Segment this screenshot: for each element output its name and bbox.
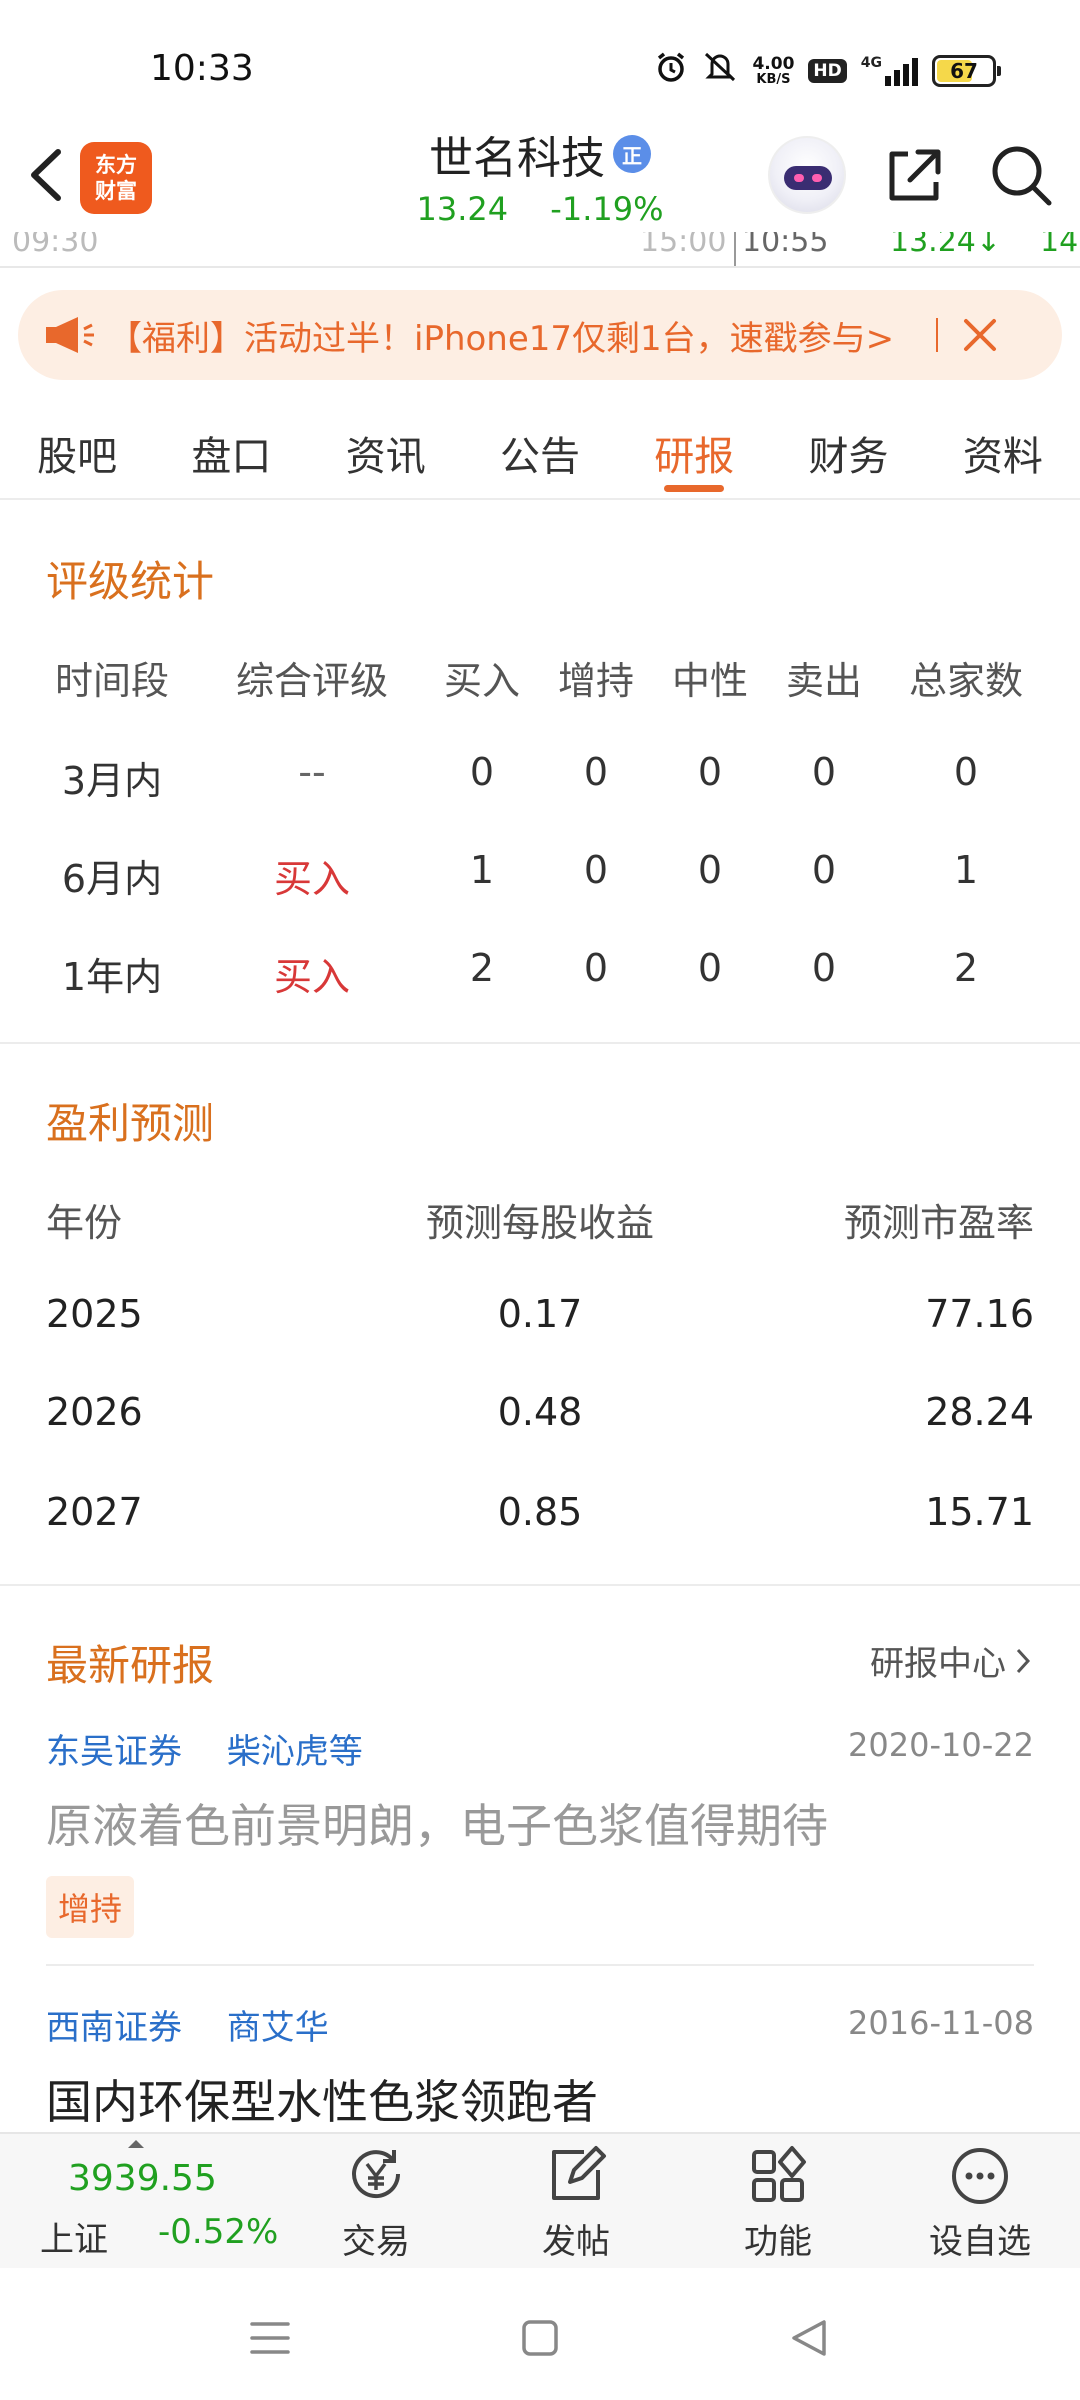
- trade-button[interactable]: 交易: [306, 2144, 446, 2263]
- rating-stats-title: 评级统计: [46, 557, 215, 606]
- report-title: 原液着色前景明朗，电子色浆值得期待: [46, 1799, 828, 1853]
- index-ticker[interactable]: 3939.55 上证 -0.52%: [34, 2134, 294, 2270]
- menu-icon[interactable]: [240, 2308, 300, 2368]
- index-value: 3939.55: [68, 2158, 217, 2199]
- forecast-row: 2026 0.48 28.24: [46, 1390, 1034, 1434]
- search-icon[interactable]: [988, 142, 1054, 208]
- active-tab-indicator: [664, 485, 725, 492]
- tab-pankou[interactable]: 盘口: [154, 400, 308, 498]
- status-icons: 4.00 KB/S HD 4G 67: [654, 50, 1001, 91]
- rating-row-3m: 3月内 -- 0 0 0 0 0: [61, 750, 979, 803]
- report-title: 国内环保型水性色浆领跑者: [46, 2075, 598, 2129]
- banner-text: 【福利】活动过半！iPhone17仅剩1台，速戳参与>: [108, 318, 895, 359]
- mute-icon: [702, 50, 738, 91]
- chart-cursor-extra: 14: [1040, 232, 1079, 259]
- tab-guba[interactable]: 股吧: [0, 400, 154, 498]
- more-circle-icon: [948, 2144, 1012, 2208]
- stock-price: 13.24: [416, 190, 509, 228]
- alarm-icon: [654, 50, 688, 91]
- report-rating-tag: 增持: [46, 1876, 135, 1938]
- caret-up-icon: [128, 2140, 144, 2148]
- report-date: 2020-10-22: [848, 1726, 1034, 1764]
- chart-time-start: 09:30: [12, 232, 99, 259]
- tab-bar: 股吧 盘口 资讯 公告 研报 财务 资料: [0, 400, 1080, 500]
- net-speed: 4.00 KB/S: [752, 54, 795, 87]
- research-center-link[interactable]: 研报中心: [870, 1636, 1034, 1685]
- report-date: 2016-11-08: [848, 2004, 1034, 2042]
- add-watchlist-button[interactable]: 设自选: [910, 2144, 1050, 2263]
- report-analyst: 柴沁虎等: [226, 1732, 363, 1772]
- ai-assistant-icon[interactable]: [768, 136, 846, 214]
- tab-profile[interactable]: 资料: [926, 400, 1080, 498]
- promo-banner[interactable]: 【福利】活动过半！iPhone17仅剩1台，速戳参与>: [18, 290, 1062, 380]
- section-divider: [0, 1042, 1080, 1044]
- report-meta: 东吴证券 柴沁虎等: [46, 1724, 397, 1773]
- banner-close-icon[interactable]: [960, 315, 1000, 355]
- chart-time-end: 15:00: [640, 232, 727, 259]
- report-broker: 西南证券: [46, 2008, 182, 2048]
- tab-announcements[interactable]: 公告: [463, 400, 617, 498]
- report-divider: [46, 1964, 1034, 1966]
- edit-icon: [544, 2144, 608, 2208]
- post-button[interactable]: 发帖: [506, 2144, 646, 2263]
- chart-peek-strip: 09:30 15:00 10:55 13.24↓ 14: [0, 232, 1080, 268]
- bottom-toolbar: 3939.55 上证 -0.52% 交易 发帖 功能 设自选: [0, 2132, 1080, 2268]
- chart-cursor-price: 13.24↓: [890, 232, 1002, 259]
- report-broker: 东吴证券: [46, 1732, 182, 1772]
- section-divider: [0, 1584, 1080, 1586]
- tab-finance[interactable]: 财务: [771, 400, 925, 498]
- index-name: 上证: [40, 2220, 108, 2260]
- rating-row-1y: 1年内 买入 2 0 0 0 2: [61, 946, 979, 999]
- grid-icon: [746, 2144, 810, 2208]
- share-icon[interactable]: [882, 144, 946, 208]
- status-time: 10:33: [150, 48, 254, 89]
- back-triangle-icon[interactable]: [780, 2308, 840, 2368]
- report-analyst: 商艾华: [226, 2008, 329, 2048]
- megaphone-icon: [44, 315, 96, 355]
- rating-row-6m: 6月内 买入 1 0 0 0 1: [61, 848, 979, 901]
- tab-news[interactable]: 资讯: [309, 400, 463, 498]
- battery-icon: 67: [932, 54, 1001, 87]
- stock-change: -1.19%: [550, 190, 664, 228]
- tab-research[interactable]: 研报: [617, 400, 771, 498]
- signal-icon: 4G: [861, 56, 918, 86]
- stock-name: 世名科技: [429, 133, 605, 184]
- forecast-row: 2027 0.85 15.71: [46, 1490, 1034, 1534]
- earnings-forecast-title: 盈利预测: [46, 1099, 215, 1148]
- home-icon[interactable]: [510, 2308, 570, 2368]
- chevron-right-icon: [1016, 1648, 1031, 1673]
- forecast-table-header: 年份 预测每股收益 预测市盈率: [46, 1201, 1034, 1245]
- report-meta: 西南证券 商艾华: [46, 2000, 363, 2049]
- rating-table-header: 时间段 综合评级 买入 增持 中性 卖出 总家数: [54, 659, 1024, 703]
- latest-reports-title: 最新研报: [46, 1641, 215, 1690]
- functions-button[interactable]: 功能: [708, 2144, 848, 2263]
- chart-cursor-time: 10:55: [742, 232, 829, 259]
- verified-badge-icon: 正: [613, 135, 651, 173]
- index-change: -0.52%: [158, 2212, 279, 2252]
- stock-header: 东方 财富 世名科技 正 13.24 -1.19%: [0, 110, 1080, 240]
- yen-refresh-icon: [344, 2144, 408, 2208]
- forecast-row: 2025 0.17 77.16: [46, 1292, 1034, 1336]
- system-navigation-bar: [0, 2268, 1080, 2400]
- hd-badge: HD: [808, 58, 847, 83]
